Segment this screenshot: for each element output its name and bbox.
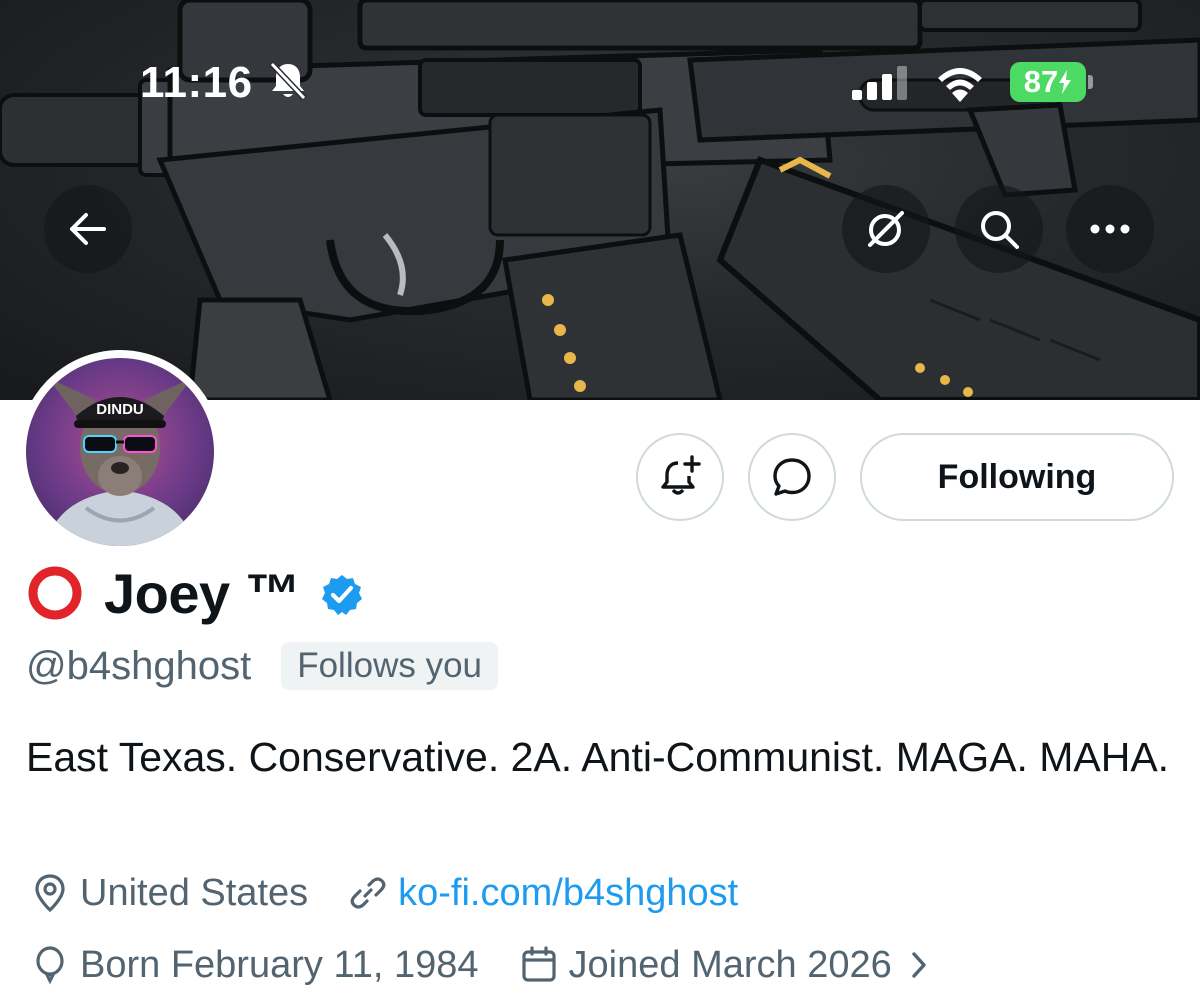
arrow-left-icon [70, 213, 106, 245]
message-button[interactable] [748, 433, 836, 521]
joined-text: Joined March 2026 [568, 943, 892, 986]
more-button[interactable] [1066, 185, 1154, 273]
search-icon [981, 211, 1019, 249]
website-link[interactable]: ko-fi.com/b4shghost [398, 872, 738, 915]
profile-banner[interactable]: 11:16 87 [0, 0, 1200, 400]
profile-meta-row-2: Born February 11, 1984 Joined March 2026 [30, 940, 970, 990]
chat-bubble-icon [773, 458, 811, 496]
avatar-cap-text: DINDU [96, 401, 144, 418]
red-circle-icon [28, 566, 82, 620]
verified-badge-icon[interactable] [320, 573, 364, 617]
website-item[interactable]: ko-fi.com/b4shghost [348, 872, 738, 915]
battery-indicator: 87 [1010, 62, 1094, 102]
chevron-right-icon [908, 949, 930, 981]
cellular-signal-icon [852, 66, 912, 105]
follows-you-badge: Follows you [281, 642, 498, 690]
bell-slash-icon [268, 60, 308, 107]
birthday-item: Born February 11, 1984 [30, 944, 479, 987]
location-item: United States [30, 872, 308, 915]
link-icon [348, 873, 388, 913]
display-name-row: Joey ™ [26, 561, 364, 625]
display-name: Joey ™ [104, 561, 301, 625]
username-handle: @b4shghost [26, 643, 252, 688]
profile-meta-row-1: United States ko-fi.com/b4shghost [30, 868, 778, 918]
charging-bolt-icon [1059, 70, 1072, 94]
following-button[interactable]: Following [860, 433, 1174, 521]
wifi-icon [932, 62, 988, 107]
notify-button[interactable] [636, 433, 724, 521]
joined-item[interactable]: Joined March 2026 [519, 944, 930, 987]
profile-avatar[interactable]: DINDU [18, 350, 222, 554]
profile-bio: East Texas. Conservative. 2A. Anti-Commu… [26, 734, 1170, 780]
location-pin-icon [30, 873, 70, 913]
location-text: United States [80, 871, 309, 914]
balloon-icon [30, 945, 70, 985]
more-icon [1090, 224, 1130, 234]
battery-level: 87 [1023, 64, 1059, 99]
handle-row: @b4shghost Follows you [26, 640, 498, 692]
status-time: 11:16 [140, 58, 253, 107]
bell-plus-icon [661, 455, 701, 495]
birthday-text: Born February 11, 1984 [80, 943, 479, 986]
kangaroo-avatar-image: DINDU [46, 378, 194, 546]
search-button[interactable] [955, 185, 1043, 273]
grok-button[interactable] [842, 185, 930, 273]
calendar-icon [519, 945, 559, 985]
back-button[interactable] [44, 185, 132, 273]
grok-icon [868, 211, 904, 247]
